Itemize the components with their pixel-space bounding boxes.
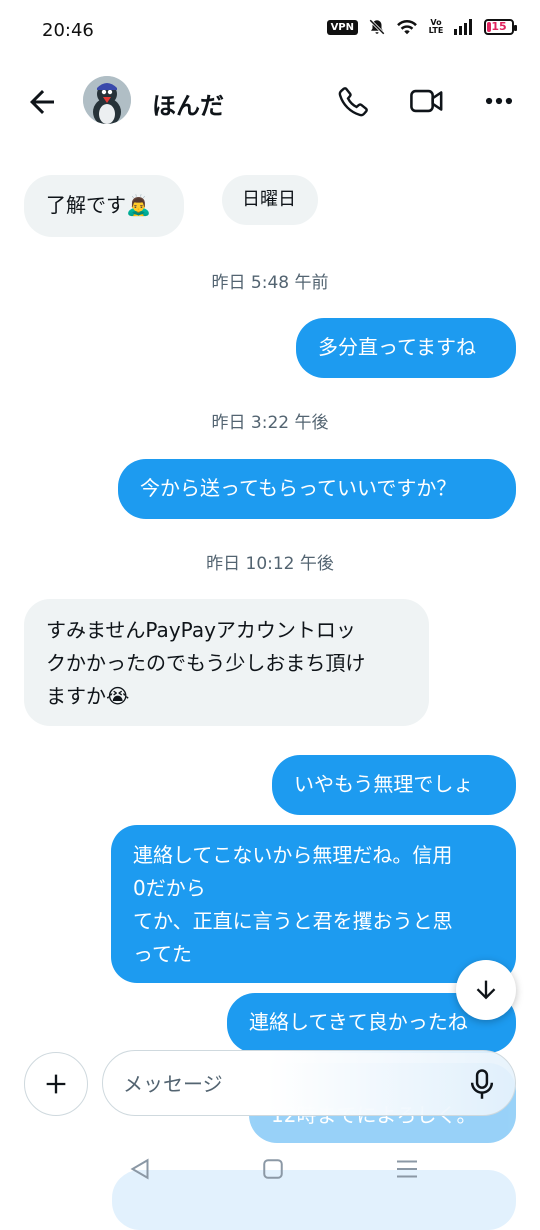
bell-muted-icon — [369, 19, 385, 35]
status-time: 20:46 — [42, 20, 94, 41]
incoming-message[interactable]: 了解です🙇‍♂️ — [24, 175, 184, 237]
more-horizontal-icon[interactable] — [482, 84, 516, 118]
incoming-message[interactable]: すみませんPayPayアカウントロッ クかかったのでもう少しおまち頂け ますか😭 — [24, 599, 429, 726]
signal-icon — [454, 19, 472, 35]
microphone-icon[interactable] — [467, 1068, 497, 1100]
vpn-badge: VPN — [326, 19, 358, 35]
message-composer — [102, 1050, 516, 1116]
battery-icon: 15 — [484, 19, 517, 35]
timestamp: 昨日 3:22 午後 — [211, 413, 329, 433]
outgoing-message[interactable]: 今から送ってもらっていいですか？ — [118, 459, 516, 519]
avatar[interactable] — [83, 76, 131, 124]
battery-level: 15 — [491, 20, 507, 33]
status-bar: 20:46 VPN Vo LTE 15 — [0, 0, 540, 62]
status-icons: VPN Vo LTE 15 — [326, 18, 517, 36]
contact-name[interactable]: ほんだ — [152, 86, 224, 121]
back-triangle-icon[interactable] — [125, 1154, 155, 1184]
phone-icon[interactable] — [337, 84, 371, 118]
home-square-icon[interactable] — [258, 1154, 288, 1184]
wifi-icon — [397, 19, 417, 35]
menu-lines-icon[interactable] — [392, 1154, 422, 1184]
timestamp: 昨日 5:48 午前 — [211, 273, 329, 293]
arrow-down-icon — [476, 980, 496, 1000]
outgoing-message[interactable]: 連絡してこないから無理だね。信用 0だから てか、正直に言うと君を攫おうと思 っ… — [111, 825, 516, 983]
message-input[interactable] — [121, 1065, 445, 1103]
video-camera-icon[interactable] — [408, 84, 446, 118]
plus-icon — [46, 1074, 66, 1094]
timestamp: 昨日 10:12 午後 — [206, 554, 334, 574]
outgoing-message[interactable]: いやもう無理でしょ — [272, 755, 516, 815]
add-attachment-button[interactable] — [24, 1052, 88, 1116]
incoming-message[interactable]: 日曜日 — [222, 175, 318, 225]
arrow-left-icon[interactable] — [24, 84, 60, 120]
outgoing-message[interactable]: 多分直ってますね — [296, 318, 516, 378]
penguin-avatar-image — [83, 76, 131, 124]
volte-icon: Vo LTE — [428, 18, 444, 35]
scroll-to-bottom-button[interactable] — [456, 960, 516, 1020]
system-nav-bar — [0, 1140, 540, 1200]
